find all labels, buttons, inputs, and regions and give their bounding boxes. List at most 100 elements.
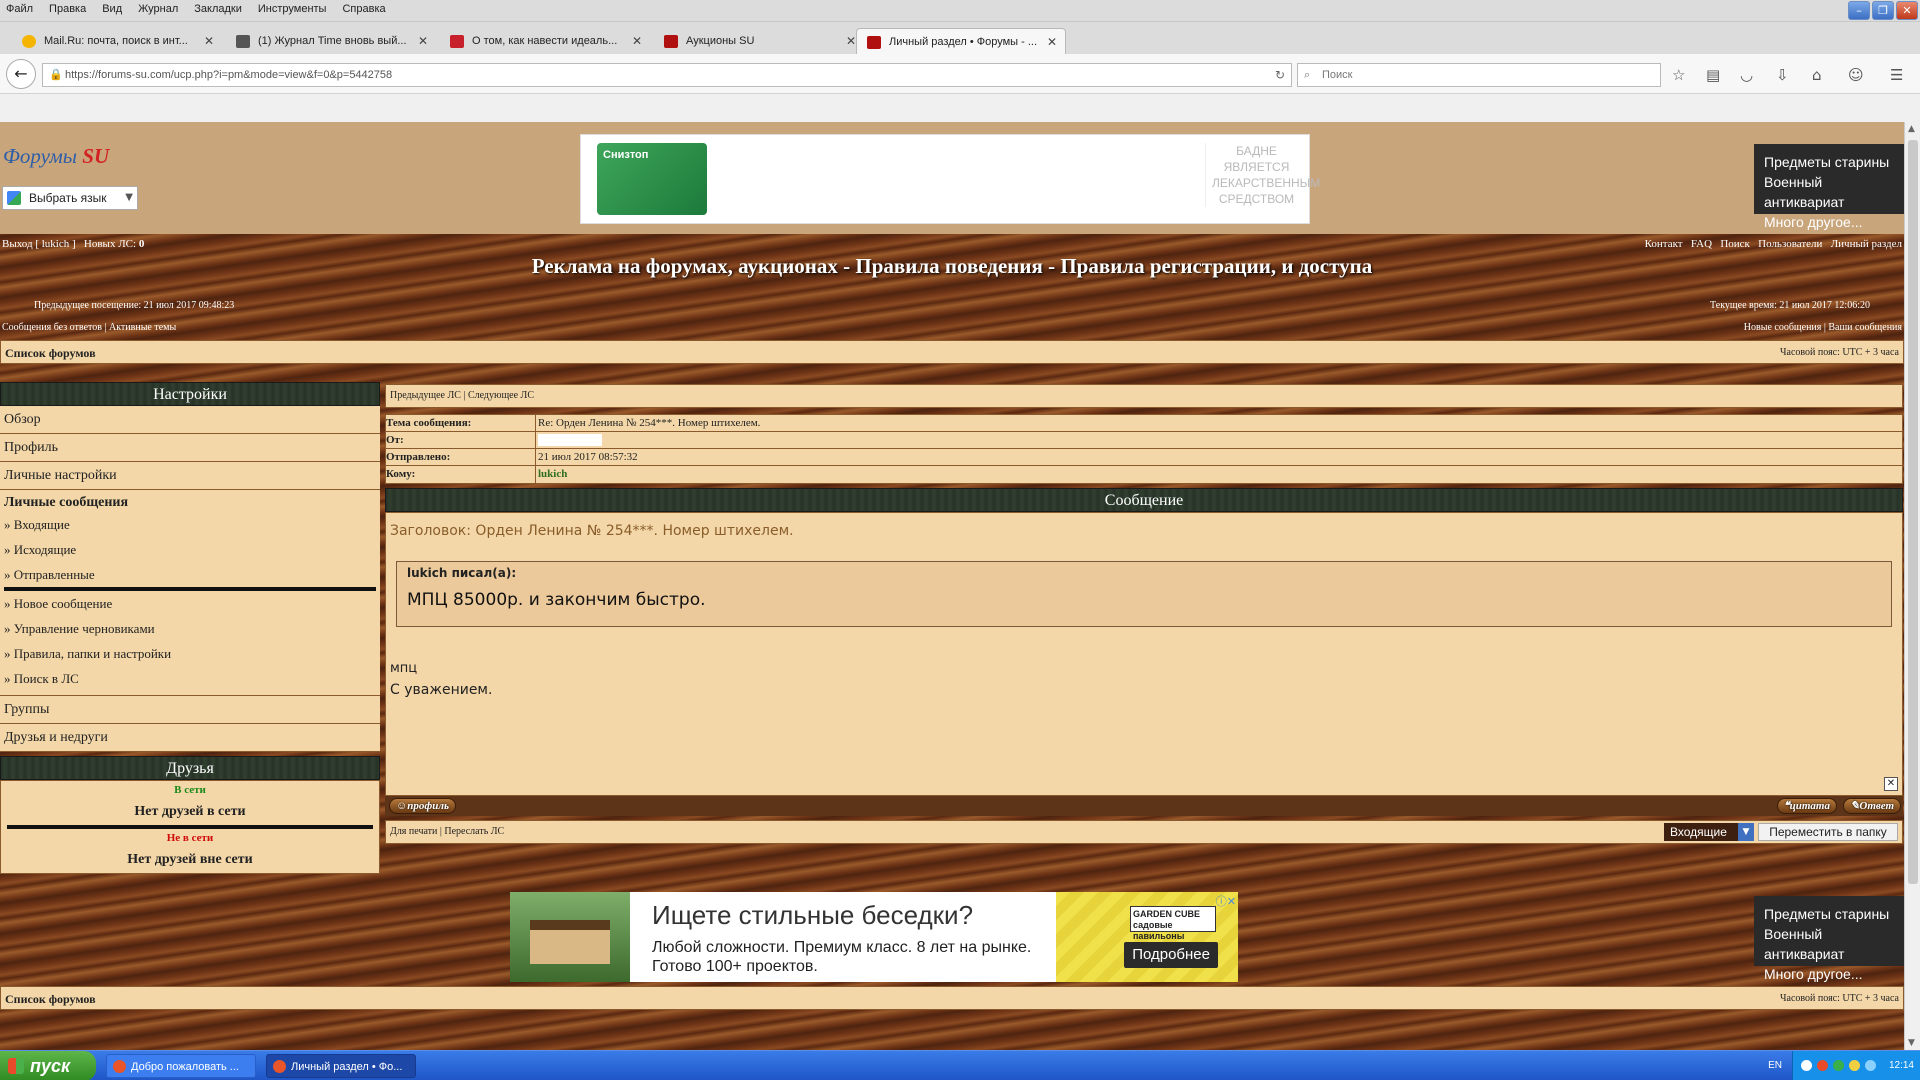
start-button[interactable]: пуск bbox=[0, 1051, 96, 1080]
forum-list-link[interactable]: Список форумов bbox=[5, 992, 96, 1007]
taskbar-item-welcome[interactable]: Добро пожаловать ... bbox=[106, 1054, 256, 1078]
tab-auctions[interactable]: Аукционы SU ✕ bbox=[654, 28, 864, 54]
chat-icon[interactable]: ☺ bbox=[1848, 66, 1864, 84]
previous-visit: Предыдущее посещение: 21 июл 2017 09:48:… bbox=[34, 300, 235, 311]
logo-accent: SU bbox=[82, 144, 110, 168]
sidebar-item-overview[interactable]: Обзор bbox=[0, 406, 380, 434]
tray-app-icon[interactable] bbox=[1865, 1060, 1876, 1071]
sidebar-item-sent[interactable]: » Отправленные bbox=[4, 562, 376, 591]
close-tab-icon[interactable]: ✕ bbox=[418, 28, 428, 54]
reload-icon[interactable]: ↻ bbox=[1275, 64, 1285, 86]
menu-icon[interactable]: ☰ bbox=[1890, 66, 1903, 84]
antique-ad-line: Военный антиквариат bbox=[1764, 174, 1845, 210]
top-ad-banner[interactable]: Снизтоп БАДНЕ ЯВЛЯЕТСЯ ЛЕКАРСТВЕННЫМ СРЕ… bbox=[580, 134, 1320, 224]
scroll-up-icon[interactable]: ▲ bbox=[1908, 124, 1915, 134]
faq-link[interactable]: FAQ bbox=[1691, 238, 1712, 250]
ad-cta-button[interactable]: Подробнее bbox=[1124, 942, 1218, 968]
menu-bookmarks[interactable]: Закладки bbox=[194, 3, 242, 15]
menu-view[interactable]: Вид bbox=[102, 3, 122, 15]
minimize-icon[interactable]: – bbox=[1848, 1, 1870, 20]
logo-text: Форумы bbox=[3, 144, 78, 168]
search-link[interactable]: Поиск bbox=[1720, 238, 1750, 250]
folder-select[interactable]: Входящие ▼ bbox=[1664, 823, 1754, 841]
settings-header: Настройки bbox=[0, 382, 380, 406]
speaker-icon[interactable] bbox=[1849, 1060, 1860, 1071]
prev-next-pm-links[interactable]: Предыдущее ЛС | Следующее ЛС bbox=[385, 384, 1903, 408]
language-indicator[interactable]: EN bbox=[1768, 1051, 1782, 1080]
no-friends-online: Нет друзей в сети bbox=[134, 804, 246, 819]
update-icon[interactable] bbox=[1833, 1060, 1844, 1071]
reader-icon[interactable]: ▤ bbox=[1706, 66, 1720, 84]
download-icon[interactable]: ⇩ bbox=[1776, 66, 1789, 84]
new-own-posts-links[interactable]: Новые сообщения | Ваши сообщения bbox=[1744, 322, 1902, 333]
sidebar-item-friends-foes[interactable]: Друзья и недруги bbox=[0, 724, 380, 752]
mailru-favicon-icon bbox=[22, 35, 36, 48]
tab-personal-section[interactable]: Личный раздел • Форумы - ... ✕ bbox=[856, 28, 1066, 54]
sidebar-item-profile[interactable]: Профиль bbox=[0, 434, 380, 462]
subject-value: Re: Орден Ленина № 254***. Номер штихеле… bbox=[538, 417, 761, 429]
site-logo[interactable]: Форумы SU bbox=[3, 144, 109, 169]
antique-ad-bottom[interactable]: Предметы старины Военный антиквариат Мно… bbox=[1754, 896, 1904, 982]
quote-author: lukich писал(а): bbox=[407, 566, 517, 580]
print-forward-links[interactable]: Для печати | Переслать ЛС bbox=[390, 826, 504, 837]
quote-button[interactable]: ❝цитата bbox=[1776, 798, 1837, 814]
sidebar-item-inbox[interactable]: » Входящие bbox=[4, 512, 376, 537]
profile-button[interactable]: ☺профиль bbox=[389, 798, 457, 814]
contact-link[interactable]: Контакт bbox=[1645, 238, 1683, 250]
taskbar-item-personal[interactable]: Личный раздел • Фо... bbox=[266, 1054, 416, 1078]
home-icon[interactable]: ⌂ bbox=[1812, 66, 1822, 84]
clock[interactable]: 12:14 bbox=[1889, 1051, 1914, 1080]
page-scrollbar[interactable]: ▲ ▼ bbox=[1904, 122, 1920, 1050]
antivirus-icon[interactable] bbox=[1817, 1060, 1828, 1071]
search-input[interactable]: ⌕ Поиск bbox=[1297, 63, 1661, 87]
address-bar[interactable]: 🔒 https://forums-su.com/ucp.php?i=pm&mod… bbox=[42, 63, 1292, 87]
menu-history[interactable]: Журнал bbox=[138, 3, 178, 15]
close-tab-icon[interactable]: ✕ bbox=[632, 28, 642, 54]
close-window-icon[interactable]: ✕ bbox=[1896, 1, 1918, 20]
close-tab-icon[interactable]: ✕ bbox=[204, 28, 214, 54]
back-icon[interactable]: ← bbox=[6, 59, 36, 89]
sidebar-item-drafts[interactable]: » Управление черновиками bbox=[4, 616, 376, 641]
adchoices-close-icon[interactable]: ⓘ✕ bbox=[1216, 893, 1236, 909]
user-bar: Выход [ lukich ] Новых ЛС: 0 Контакт FAQ… bbox=[0, 234, 1904, 254]
personal-section-link[interactable]: Личный раздел bbox=[1831, 238, 1902, 250]
delete-pm-icon[interactable]: ✕ bbox=[1884, 777, 1898, 791]
sidebar-item-outbox[interactable]: » Исходящие bbox=[4, 537, 376, 562]
move-to-folder-button[interactable]: Переместить в папку bbox=[1758, 823, 1898, 841]
close-tab-icon[interactable]: ✕ bbox=[846, 28, 856, 54]
language-label: Выбрать язык bbox=[29, 191, 107, 205]
new-pm-label: Новых ЛС: bbox=[83, 238, 137, 250]
restore-icon[interactable]: ❐ bbox=[1872, 1, 1894, 20]
reply-button[interactable]: ✎Ответ bbox=[1843, 798, 1901, 814]
sidebar-item-pm-search[interactable]: » Поиск в ЛС bbox=[4, 666, 376, 691]
new-pm-link[interactable]: Новых ЛС: 0 bbox=[84, 238, 144, 250]
sidebar-item-compose[interactable]: » Новое сообщение bbox=[4, 591, 376, 616]
menu-help[interactable]: Справка bbox=[342, 3, 385, 15]
tab-mailru[interactable]: Mail.Ru: почта, поиск в инт... ✕ bbox=[12, 28, 222, 54]
sidebar-item-groups[interactable]: Группы bbox=[0, 696, 380, 724]
menu-tools[interactable]: Инструменты bbox=[258, 3, 327, 15]
network-icon[interactable] bbox=[1801, 1060, 1812, 1071]
members-link[interactable]: Пользователи bbox=[1758, 238, 1822, 250]
pocket-icon[interactable]: ◡ bbox=[1740, 66, 1753, 84]
bottom-ad-banner[interactable]: Ищете стильные беседки? Любой сложности.… bbox=[510, 892, 1238, 982]
logout-link[interactable]: Выход [ lukich ] bbox=[2, 238, 76, 250]
scroll-down-icon[interactable]: ▼ bbox=[1908, 1038, 1915, 1048]
close-tab-icon[interactable]: ✕ bbox=[1047, 29, 1057, 54]
antique-ad-top[interactable]: Предметы старины Военный антиквариат Мно… bbox=[1754, 144, 1904, 230]
recipient-link[interactable]: lukich bbox=[536, 466, 567, 483]
windows-taskbar: пуск Добро пожаловать ... Личный раздел … bbox=[0, 1050, 1920, 1080]
sidebar-item-preferences[interactable]: Личные настройки bbox=[0, 462, 380, 490]
unanswered-active-links[interactable]: Сообщения без ответов | Активные темы bbox=[2, 322, 176, 333]
star-icon[interactable]: ☆ bbox=[1672, 66, 1685, 84]
menu-edit[interactable]: Правка bbox=[49, 3, 86, 15]
language-selector[interactable]: Выбрать язык ▼ bbox=[2, 186, 138, 210]
online-label: В сети bbox=[174, 784, 206, 796]
forum-list-link[interactable]: Список форумов bbox=[5, 346, 96, 361]
scrollbar-thumb[interactable] bbox=[1908, 140, 1918, 884]
menu-file[interactable]: Файл bbox=[6, 3, 33, 15]
tab-article[interactable]: О том, как навести идеаль... ✕ bbox=[440, 28, 650, 54]
tab-time[interactable]: (1) Журнал Time вновь вый... ✕ bbox=[226, 28, 436, 54]
rules-banner[interactable]: Реклама на форумах, аукционах - Правила … bbox=[0, 254, 1904, 279]
sidebar-item-rules-folders[interactable]: » Правила, папки и настройки bbox=[4, 641, 376, 666]
